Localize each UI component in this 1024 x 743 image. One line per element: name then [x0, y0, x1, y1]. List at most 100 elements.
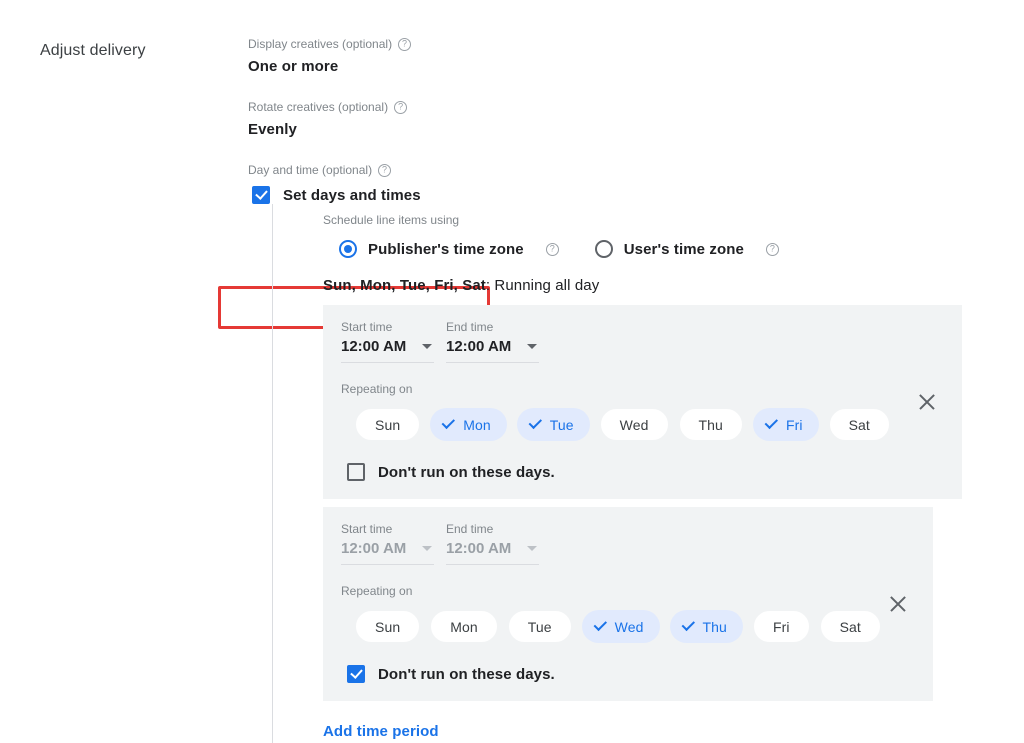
close-icon[interactable] — [887, 593, 909, 615]
help-icon[interactable] — [766, 243, 779, 256]
chevron-down-icon[interactable] — [422, 344, 432, 349]
dont-run-checkbox-row[interactable]: Don't run on these days. — [341, 665, 933, 683]
schedule-summary: Sun, Mon, Tue, Fri, Sat: Running all day — [323, 277, 988, 294]
day-chip-sat[interactable]: Sat — [820, 610, 881, 643]
day-chip-label: Mon — [463, 417, 491, 433]
day-chip-thu[interactable]: Thu — [679, 408, 743, 441]
rotate-creatives-label: Rotate creatives (optional) — [248, 99, 388, 115]
settings-content: Display creatives (optional) One or more… — [248, 36, 988, 743]
day-chip-label: Wed — [620, 417, 649, 433]
add-time-period-link[interactable]: Add time period — [323, 723, 439, 740]
dont-run-checkbox[interactable] — [347, 665, 365, 683]
dont-run-label: Don't run on these days. — [378, 464, 555, 481]
radio-label: User's time zone — [624, 241, 744, 258]
start-time-field[interactable]: Start time 12:00 AM — [341, 521, 434, 565]
day-and-time-section: Day and time (optional) Set days and tim… — [248, 162, 988, 743]
day-chip-label: Wed — [615, 619, 644, 635]
day-chip-label: Sat — [840, 619, 861, 635]
end-time-value-row[interactable]: 12:00 AM — [446, 540, 539, 565]
day-chip-sun[interactable]: Sun — [355, 408, 420, 441]
check-icon — [765, 416, 778, 429]
display-creatives-value: One or more — [248, 57, 988, 77]
day-and-time-label: Day and time (optional) — [248, 162, 372, 178]
page-title: Adjust delivery — [40, 42, 146, 60]
summary-days: Sun, Mon, Tue, Fri, Sat — [323, 277, 486, 294]
field-label: Day and time (optional) — [248, 162, 988, 178]
timezone-radio-group: Publisher's time zone User's time zone — [323, 240, 988, 258]
day-chip-mon[interactable]: Mon — [430, 610, 498, 643]
day-chip-label: Tue — [528, 619, 552, 635]
help-icon[interactable] — [398, 38, 411, 51]
display-creatives-label: Display creatives (optional) — [248, 36, 392, 52]
day-chip-label: Sat — [849, 417, 870, 433]
day-chip-label: Mon — [450, 619, 478, 635]
day-chip-label: Fri — [773, 619, 790, 635]
check-icon — [593, 618, 606, 631]
day-chip-group: Sun Mon Tue Wed Thu Fri Sat — [341, 408, 962, 441]
day-chip-sun[interactable]: Sun — [355, 610, 420, 643]
help-icon[interactable] — [378, 164, 391, 177]
end-time-field[interactable]: End time 12:00 AM — [446, 521, 539, 565]
day-chip-label: Sun — [375, 619, 400, 635]
day-chip-fri[interactable]: Fri — [753, 610, 810, 643]
time-row: Start time 12:00 AM End time 12:00 AM — [341, 319, 962, 363]
day-chip-label: Sun — [375, 417, 400, 433]
radio-label: Publisher's time zone — [368, 241, 524, 258]
start-time-label: Start time — [341, 521, 434, 537]
dont-run-label: Don't run on these days. — [378, 666, 555, 683]
check-icon — [442, 416, 455, 429]
start-time-field[interactable]: Start time 12:00 AM — [341, 319, 434, 363]
set-days-and-times-checkbox-row[interactable]: Set days and times — [248, 186, 988, 204]
day-chip-tue[interactable]: Tue — [517, 408, 590, 441]
field-rotate-creatives: Rotate creatives (optional) Evenly — [248, 99, 988, 140]
dont-run-checkbox-row[interactable]: Don't run on these days. — [341, 463, 962, 481]
start-time-label: Start time — [341, 319, 434, 335]
chevron-down-icon[interactable] — [422, 546, 432, 551]
end-time-value-row[interactable]: 12:00 AM — [446, 338, 539, 363]
time-period-card: Start time 12:00 AM End time 12:00 AM — [323, 305, 962, 499]
start-time-value-row[interactable]: 12:00 AM — [341, 540, 434, 565]
day-chip-mon[interactable]: Mon — [430, 408, 507, 441]
set-days-and-times-checkbox[interactable] — [252, 186, 270, 204]
day-chip-thu[interactable]: Thu — [670, 610, 743, 643]
end-time-value: 12:00 AM — [446, 338, 511, 355]
radio-publishers-time-zone[interactable]: Publisher's time zone — [339, 240, 559, 258]
radio-button[interactable] — [595, 240, 613, 258]
close-icon[interactable] — [916, 391, 938, 413]
set-days-and-times-label: Set days and times — [283, 187, 421, 204]
end-time-field[interactable]: End time 12:00 AM — [446, 319, 539, 363]
field-display-creatives: Display creatives (optional) One or more — [248, 36, 988, 77]
rotate-creatives-value: Evenly — [248, 120, 988, 140]
end-time-value: 12:00 AM — [446, 540, 511, 557]
schedule-using-label: Schedule line items using — [323, 212, 988, 228]
dont-run-checkbox[interactable] — [347, 463, 365, 481]
time-row: Start time 12:00 AM End time 12:00 AM — [341, 521, 933, 565]
help-icon[interactable] — [546, 243, 559, 256]
help-icon[interactable] — [394, 101, 407, 114]
day-chip-sat[interactable]: Sat — [829, 408, 890, 441]
field-label: Display creatives (optional) — [248, 36, 988, 52]
radio-button[interactable] — [339, 240, 357, 258]
day-chip-wed[interactable]: Wed — [582, 610, 660, 643]
time-period-card: Start time 12:00 AM End time 12:00 AM — [323, 507, 933, 701]
schedule-subpanel: Schedule line items using Publisher's ti… — [272, 204, 988, 743]
start-time-value-row[interactable]: 12:00 AM — [341, 338, 434, 363]
day-chip-wed[interactable]: Wed — [600, 408, 669, 441]
chevron-down-icon[interactable] — [527, 344, 537, 349]
chevron-down-icon[interactable] — [527, 546, 537, 551]
start-time-value: 12:00 AM — [341, 338, 406, 355]
day-chip-group: Sun Mon Tue Wed Thu Fri Sat — [341, 610, 933, 643]
end-time-label: End time — [446, 319, 539, 335]
repeating-on-label: Repeating on — [341, 583, 933, 599]
day-chip-label: Tue — [550, 417, 574, 433]
check-icon — [681, 618, 694, 631]
radio-users-time-zone[interactable]: User's time zone — [595, 240, 779, 258]
day-chip-tue[interactable]: Tue — [508, 610, 572, 643]
start-time-value: 12:00 AM — [341, 540, 406, 557]
day-chip-fri[interactable]: Fri — [753, 408, 819, 441]
day-chip-label: Thu — [703, 619, 727, 635]
summary-text: : Running all day — [486, 277, 599, 294]
check-icon — [528, 416, 541, 429]
field-label: Rotate creatives (optional) — [248, 99, 988, 115]
day-chip-label: Thu — [699, 417, 723, 433]
